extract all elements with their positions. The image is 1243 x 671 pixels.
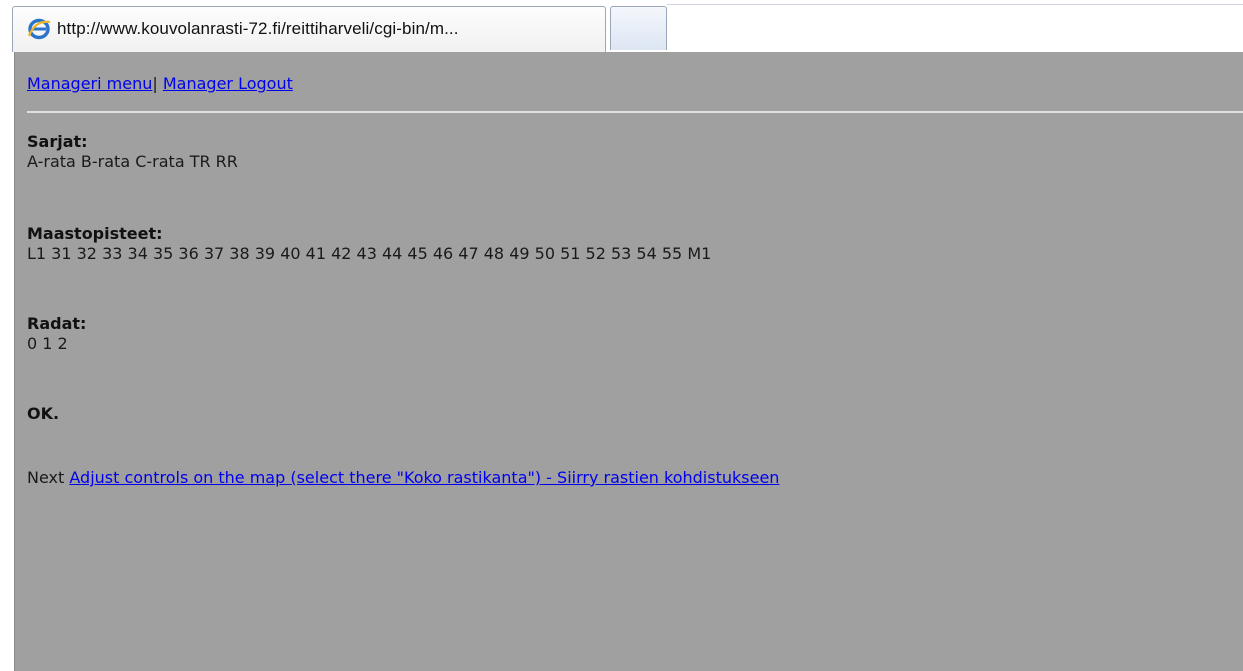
nav-separator: | xyxy=(152,74,158,93)
radat-values: 0 1 2 xyxy=(27,334,68,353)
sarjat-values: A-rata B-rata C-rata TR RR xyxy=(27,152,238,171)
sarjat-label: Sarjat: xyxy=(27,132,88,151)
status-ok: OK. xyxy=(27,404,60,423)
page-viewport: Manageri menu| Manager Logout Sarjat: A-… xyxy=(14,52,1243,671)
maastopisteet-label: Maastopisteet: xyxy=(27,224,163,243)
manager-logout-link[interactable]: Manager Logout xyxy=(163,74,293,93)
manageri-menu-link[interactable]: Manageri menu xyxy=(27,74,152,93)
maastopisteet-section: Maastopisteet: L1 31 32 33 34 35 36 37 3… xyxy=(27,224,711,264)
maastopisteet-values: L1 31 32 33 34 35 36 37 38 39 40 41 42 4… xyxy=(27,244,712,263)
browser-tab-strip: http://www.kouvolanrasti-72.fi/reittihar… xyxy=(0,0,1243,52)
internet-explorer-icon xyxy=(27,18,51,40)
browser-tab-active[interactable]: http://www.kouvolanrasti-72.fi/reittihar… xyxy=(12,6,606,52)
adjust-controls-link[interactable]: Adjust controls on the map (select there… xyxy=(69,468,779,487)
browser-tab-title: http://www.kouvolanrasti-72.fi/reittihar… xyxy=(57,19,459,38)
radat-label: Radat: xyxy=(27,314,87,333)
new-tab-button[interactable] xyxy=(610,6,667,50)
sarjat-section: Sarjat: A-rata B-rata C-rata TR RR xyxy=(27,132,238,172)
radat-section: Radat: 0 1 2 xyxy=(27,314,86,354)
tab-strip-divider xyxy=(667,4,1243,5)
horizontal-divider xyxy=(27,111,1243,113)
manager-nav: Manageri menu| Manager Logout xyxy=(27,74,293,93)
next-prefix: Next xyxy=(27,468,65,487)
next-step: Next Adjust controls on the map (select … xyxy=(27,468,779,487)
